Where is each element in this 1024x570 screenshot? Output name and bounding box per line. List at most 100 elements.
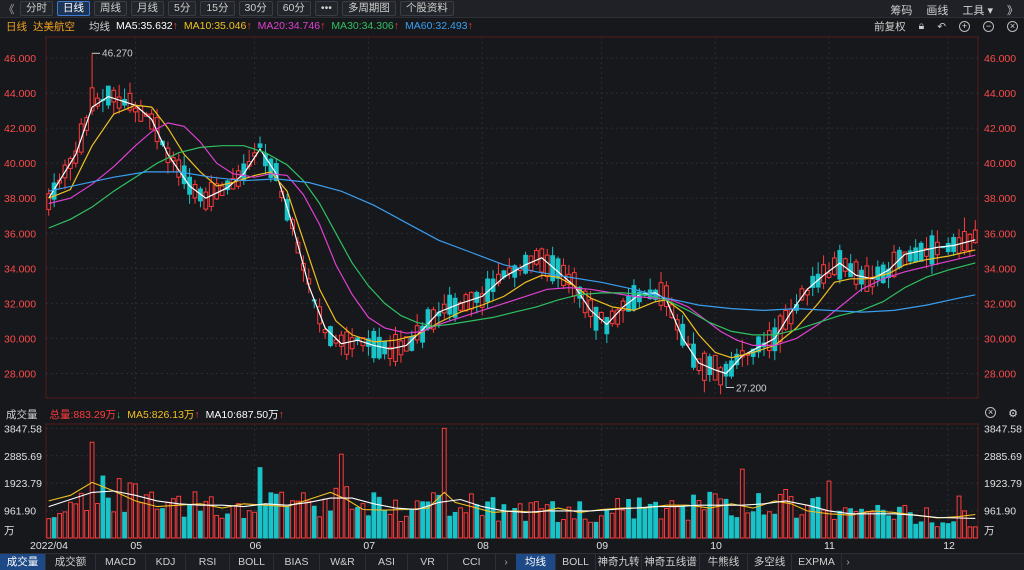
indicator-tab[interactable]: 均线: [516, 554, 556, 570]
price-tick-label-left: 46.000: [4, 53, 36, 65]
volume-bar: [230, 505, 236, 539]
volume-bar: [674, 505, 680, 539]
volume-bar: [523, 520, 528, 539]
indicator-tab[interactable]: CCI: [448, 554, 496, 570]
volume-bar: [934, 526, 940, 539]
indicator-tab[interactable]: 神奇九转: [596, 554, 642, 570]
tabs-more-icon[interactable]: ›: [842, 557, 854, 568]
volume-bar: [468, 493, 474, 539]
volume-bar: [170, 498, 176, 539]
volume-bar: [972, 526, 978, 539]
volume-bar: [273, 493, 279, 539]
indicator-tab[interactable]: BOLL: [556, 554, 596, 570]
volume-bar: [810, 498, 816, 539]
volume-bar: [116, 478, 122, 539]
volume-bar: [371, 492, 377, 539]
indicator-tab[interactable]: MACD: [96, 554, 146, 570]
indicator-tab[interactable]: BIAS: [274, 554, 320, 570]
indicator-tab[interactable]: KDJ: [146, 554, 186, 570]
volume-bar: [951, 521, 957, 539]
indicator-tab[interactable]: 牛熊线: [700, 554, 748, 570]
volume-bar: [913, 523, 919, 539]
volume-bar: [875, 504, 881, 539]
indicator-tab[interactable]: BOLL: [230, 554, 274, 570]
indicator-tab-bar: 成交量 成交额 MACD KDJ RSI BOLL BIAS W&R ASI VR CCI › 均线 BO…: [0, 553, 1024, 570]
volume-bar: [441, 427, 447, 539]
volume-bar: [78, 492, 84, 539]
volume-bar: [284, 506, 290, 539]
indicator-tab[interactable]: 成交量: [0, 554, 46, 570]
indicator-tab[interactable]: VR: [408, 554, 448, 570]
volume-tick-label-right: 1923.79: [984, 478, 1022, 490]
volume-bar: [387, 513, 393, 539]
volume-bar: [306, 500, 312, 539]
volume-bar: [783, 488, 789, 539]
candle-body: [712, 354, 718, 381]
candle-body: [257, 143, 263, 148]
candle-body: [593, 306, 599, 331]
volume-bar: [95, 502, 100, 539]
volume-title: 成交量: [6, 408, 38, 421]
volume-bar: [181, 516, 187, 539]
indicator-tab[interactable]: EXPMA: [792, 554, 842, 570]
price-tick-label-right: 46.000: [984, 53, 1016, 65]
volume-bar: [945, 523, 951, 539]
price-tick-label-right: 30.000: [984, 333, 1016, 345]
volume-bar: [252, 511, 258, 539]
volume-bar: [685, 519, 691, 539]
candle-body: [322, 329, 328, 334]
volume-bar: [496, 520, 501, 539]
volume-bar: [929, 522, 935, 539]
candle-body: [414, 325, 420, 341]
indicator-tab[interactable]: ASI: [366, 554, 408, 570]
candle-body: [506, 267, 512, 274]
candle-body: [962, 231, 967, 251]
close-icon[interactable]: ×: [985, 407, 997, 418]
volume-bar: [615, 498, 621, 539]
volume-bar: [794, 517, 799, 539]
chart-canvas[interactable]: 46.000 46.000 44.000 44.000 42.000 42.000 40.0…: [0, 0, 1024, 570]
volume-bar: [555, 522, 561, 539]
volume-bar: [208, 496, 214, 539]
indicator-tab[interactable]: 多空线: [748, 554, 792, 570]
candle-body: [441, 303, 447, 314]
total-volume-text: 总量:883.29万: [49, 408, 117, 421]
indicator-tab[interactable]: 成交额: [46, 554, 96, 570]
volume-tick-label-left: 3847.58: [4, 423, 42, 435]
volume-bar: [225, 513, 230, 539]
volume-bar: [290, 500, 295, 539]
gear-icon[interactable]: ⚙: [1008, 407, 1018, 420]
volume-bar: [192, 491, 198, 539]
price-tick-label-left: 34.000: [4, 263, 36, 275]
candle-body: [707, 356, 713, 376]
volume-bar: [214, 514, 220, 539]
total-volume-arrow-icon: ↓: [116, 408, 122, 421]
volume-bar: [506, 510, 512, 539]
volume-bar: [409, 509, 415, 539]
volume-bar: [431, 492, 436, 539]
candle-body: [349, 337, 355, 350]
indicator-tab[interactable]: 神奇五线谱: [642, 554, 700, 570]
candle-body: [398, 340, 404, 356]
volume-bar: [46, 518, 52, 539]
indicator-tab[interactable]: W&R: [320, 554, 366, 570]
volume-bar: [235, 503, 241, 539]
volume-bar: [300, 492, 306, 539]
volume-ma10-text: MA10:687.50万: [205, 408, 279, 421]
volume-bar: [263, 503, 268, 539]
volume-bar: [826, 480, 832, 539]
indicator-tab[interactable]: RSI: [186, 554, 230, 570]
volume-bar: [539, 508, 545, 539]
volume-bar: [219, 517, 225, 539]
x-axis-label: 2022/04: [30, 540, 68, 552]
tabs-scroll-icon[interactable]: ›: [496, 557, 516, 568]
candle-body: [658, 282, 664, 306]
price-panel-frame: [45, 36, 979, 399]
candle-body: [718, 367, 724, 386]
candle-body: [539, 248, 545, 273]
volume-bar: [268, 492, 274, 539]
price-tick-label-left: 28.000: [4, 368, 36, 380]
volume-bar: [458, 507, 463, 539]
volume-bar: [761, 514, 767, 539]
volume-ma5-text: MA5:826.13万: [127, 408, 195, 421]
